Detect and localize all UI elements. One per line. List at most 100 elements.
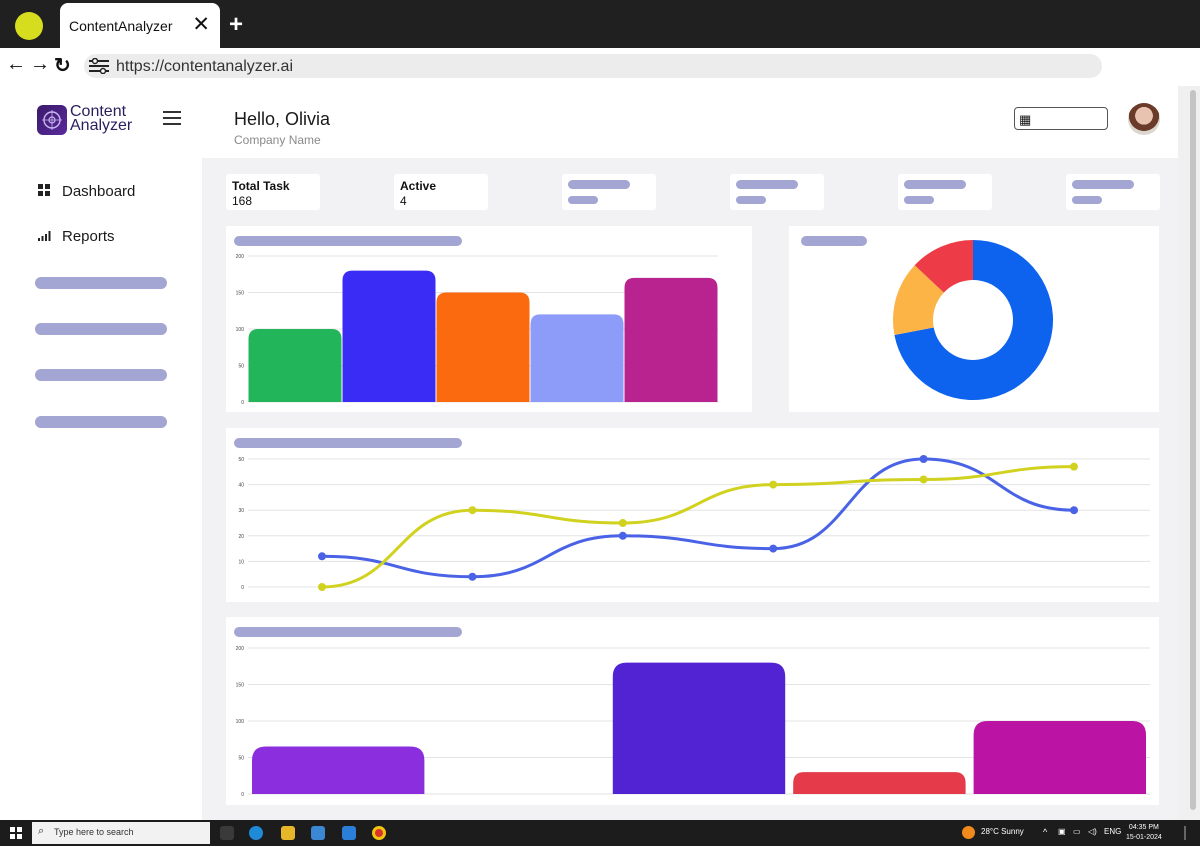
forward-icon[interactable]: → (30, 53, 50, 76)
url-text[interactable]: https://contentanalyzer.ai (116, 58, 293, 76)
tick-label: 0 (241, 585, 244, 591)
bar (624, 277, 718, 402)
tick-label: 100 (236, 719, 245, 725)
tick-label: 200 (236, 254, 245, 260)
stat-card-placeholder (730, 174, 824, 210)
windows-start-icon[interactable] (10, 827, 22, 839)
stat-card-placeholder (562, 174, 656, 210)
clock-date: 15-01-2024 (1126, 834, 1162, 841)
stat-value: 168 (232, 194, 253, 208)
taskbar-search[interactable]: ⌕ Type here to search (32, 822, 210, 844)
stat-card-placeholder (1066, 174, 1160, 210)
main-content: Hello, Olivia Company Name ▦ Total Task … (202, 86, 1178, 820)
data-point (618, 531, 627, 540)
weather-icon[interactable] (962, 826, 975, 839)
data-point (318, 583, 326, 591)
data-point (468, 506, 477, 515)
sidebar-item-label: Dashboard (62, 183, 136, 200)
line-chart: 0 10 20 30 40 50 (238, 455, 1150, 591)
browser-profile-dot[interactable] (15, 12, 43, 40)
tick-label: 200 (236, 646, 245, 652)
tick-label: 0 (241, 400, 244, 406)
stat-card-total-task: Total Task 168 (226, 174, 320, 210)
chevron-up-icon[interactable]: ^ (1043, 827, 1047, 837)
sidebar-placeholder[interactable] (35, 416, 167, 428)
search-placeholder: Type here to search (54, 827, 134, 837)
bottom-bar-chart-card: 0 50 100 150 200 (226, 617, 1159, 805)
tick-label: 150 (236, 291, 245, 297)
battery-icon[interactable]: ▭ (1073, 827, 1081, 836)
sidebar-item-reports[interactable]: Reports (38, 228, 115, 245)
search-icon: ⌕ (38, 825, 45, 837)
header: Hello, Olivia Company Name ▦ (202, 86, 1178, 158)
scrollbar-thumb[interactable] (1190, 90, 1196, 810)
reload-icon[interactable]: ↻ (54, 53, 71, 78)
date-picker[interactable]: ▦ (1014, 107, 1108, 130)
sidebar: Content Analyzer Dashboard Reports (0, 86, 202, 820)
sidebar-placeholder[interactable] (35, 369, 167, 381)
new-tab-icon[interactable]: + (229, 12, 243, 38)
stat-label: Total Task (232, 179, 290, 193)
bar (612, 662, 786, 794)
bar (973, 721, 1146, 794)
tick-label: 100 (236, 327, 245, 333)
browser-tab-bar: ContentAnalyzer ✕ + (0, 0, 1200, 48)
line-chart-card: 0 10 20 30 40 50 (226, 428, 1159, 602)
file-explorer-icon[interactable] (281, 826, 295, 840)
address-bar: ← → ↻ https://contentanalyzer.ai (0, 48, 1200, 86)
avatar[interactable] (1128, 103, 1160, 135)
data-point (919, 475, 928, 484)
calendar-icon: ▦ (1019, 112, 1032, 127)
stat-label: Active (400, 179, 437, 193)
bar-chart-card: 0 50 100 150 200 (226, 226, 752, 412)
menu-icon[interactable] (163, 111, 181, 125)
donut-chart-card (789, 226, 1159, 412)
sidebar-placeholder[interactable] (35, 277, 167, 289)
stat-card-placeholder (898, 174, 992, 210)
bar (793, 772, 966, 794)
bar (252, 746, 425, 794)
close-icon[interactable]: ✕ (192, 14, 210, 35)
logo-icon (37, 105, 67, 135)
chrome-icon[interactable] (372, 826, 386, 840)
show-desktop-button[interactable] (1184, 826, 1186, 840)
clock[interactable]: 04:35 PM 15-01-2024 (1126, 823, 1162, 843)
bar (342, 270, 436, 402)
edge-icon[interactable] (249, 826, 263, 840)
bar-chart: 0 50 100 150 200 (236, 254, 718, 406)
data-point (1070, 506, 1078, 515)
bar (248, 329, 342, 402)
language-indicator[interactable]: ENG (1104, 827, 1121, 836)
site-settings-icon[interactable] (88, 58, 110, 74)
tick-label: 50 (238, 364, 244, 370)
data-point (1070, 462, 1078, 471)
sidebar-item-dashboard[interactable]: Dashboard (38, 183, 135, 200)
scrollbar[interactable] (1178, 86, 1200, 820)
back-icon[interactable]: ← (6, 53, 26, 76)
task-view-icon[interactable] (220, 826, 234, 840)
browser-tab[interactable]: ContentAnalyzer ✕ (60, 3, 220, 48)
mail-icon[interactable] (342, 826, 356, 840)
company-name: Company Name (234, 133, 321, 147)
data-point (468, 572, 477, 581)
stat-card-active: Active 4 (394, 174, 488, 210)
data-point (919, 455, 928, 463)
logo-line-2: Analyzer (70, 117, 133, 134)
bar (436, 292, 530, 402)
tick-label: 150 (236, 683, 245, 689)
tick-label: 40 (238, 483, 244, 489)
page-title: Hello, Olivia (234, 109, 331, 129)
sidebar-placeholder[interactable] (35, 323, 167, 335)
store-icon[interactable] (311, 826, 325, 840)
volume-icon[interactable]: ◁) (1088, 827, 1097, 836)
sidebar-item-label: Reports (62, 228, 115, 245)
data-point (618, 519, 627, 527)
weather-text[interactable]: 28°C Sunny (981, 827, 1024, 836)
stat-value: 4 (400, 194, 407, 208)
clock-time: 04:35 PM (1128, 824, 1159, 831)
bar (530, 314, 624, 402)
network-icon[interactable]: ▣ (1058, 827, 1066, 836)
tick-label: 20 (238, 534, 244, 540)
data-point (769, 544, 778, 553)
bottom-bar-chart: 0 50 100 150 200 (236, 646, 1150, 798)
